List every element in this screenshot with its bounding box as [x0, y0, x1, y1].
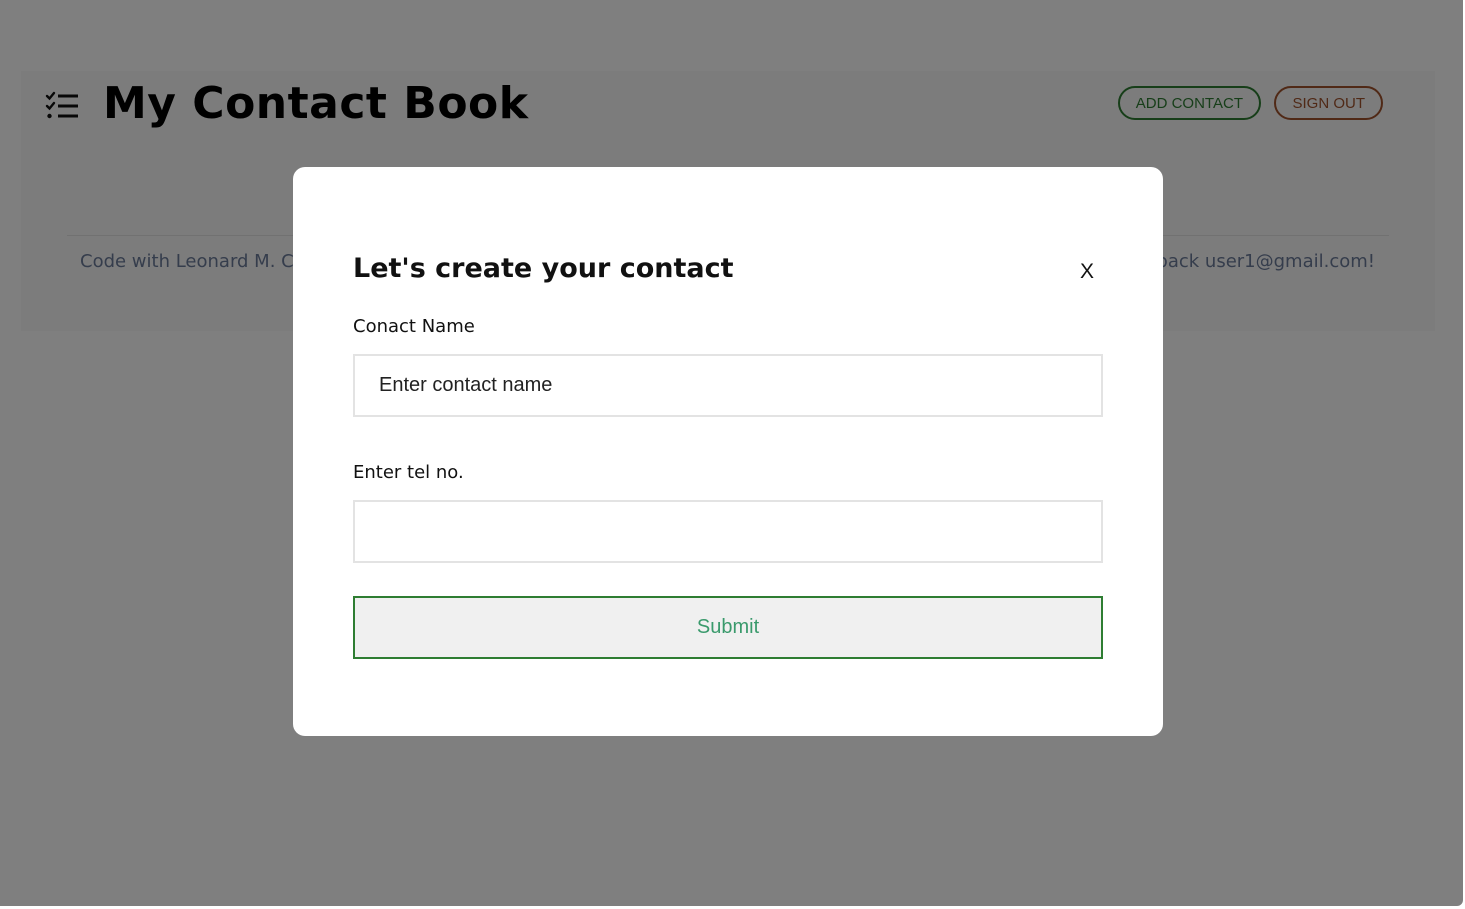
modal-title: Let's create your contact [353, 253, 734, 284]
tel-label: Enter tel no. [353, 462, 464, 483]
submit-button[interactable]: Submit [353, 596, 1103, 659]
close-button[interactable]: X [1071, 256, 1103, 288]
create-contact-modal: Let's create your contact X Conact Name … [293, 167, 1163, 736]
contact-name-label: Conact Name [353, 316, 475, 337]
tel-input[interactable] [353, 500, 1103, 563]
contact-name-input[interactable] [353, 354, 1103, 417]
